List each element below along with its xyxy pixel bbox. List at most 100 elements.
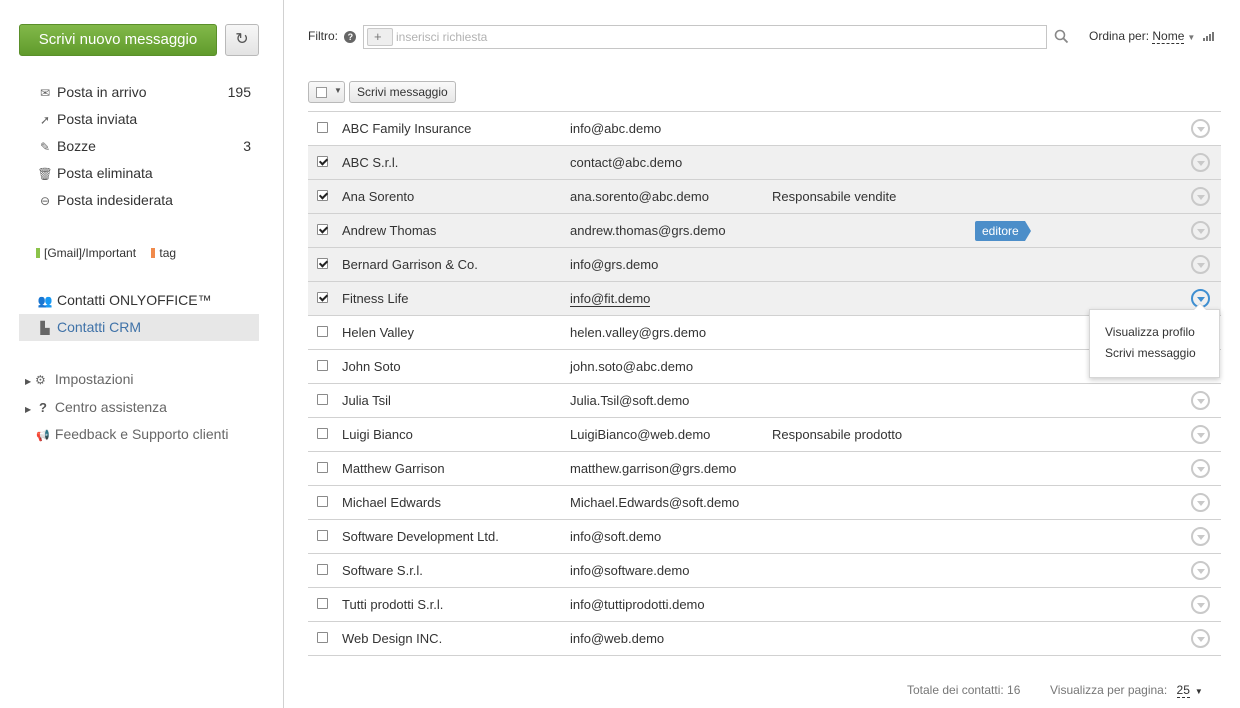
- write-message-menu-item[interactable]: Scrivi messaggio: [1105, 343, 1219, 364]
- row-checkbox[interactable]: [317, 564, 328, 575]
- row-checkbox[interactable]: [317, 360, 328, 371]
- contact-email[interactable]: info@tuttiprodotti.demo: [570, 588, 772, 622]
- table-row[interactable]: ABC S.r.l. contact@abc.demo: [308, 145, 1221, 180]
- filter-input[interactable]: [396, 28, 1036, 46]
- contact-email[interactable]: matthew.garrison@grs.demo: [570, 452, 772, 486]
- select-all-checkbox[interactable]: [316, 87, 327, 98]
- contact-email[interactable]: contact@abc.demo: [570, 146, 772, 180]
- nav-feedback[interactable]: 📢 Feedback e Supporto clienti: [25, 424, 228, 444]
- contact-name[interactable]: Julia Tsil: [342, 384, 570, 418]
- select-all-dropdown[interactable]: ▼: [308, 81, 345, 103]
- row-menu-icon[interactable]: [1191, 459, 1210, 478]
- row-checkbox[interactable]: [317, 598, 328, 609]
- nav-help-center[interactable]: ▶? Centro assistenza: [25, 397, 167, 417]
- chevron-down-icon[interactable]: ▼: [1195, 687, 1203, 696]
- table-row[interactable]: Web Design INC. info@web.demo: [308, 621, 1221, 656]
- contact-email[interactable]: Julia.Tsil@soft.demo: [570, 384, 772, 418]
- contact-name[interactable]: ABC S.r.l.: [342, 146, 570, 180]
- table-row[interactable]: Luigi Bianco LuigiBianco@web.demo Responsa…: [308, 417, 1221, 452]
- row-checkbox[interactable]: [317, 156, 328, 167]
- row-menu-icon[interactable]: [1191, 119, 1210, 138]
- per-page-select[interactable]: 25: [1176, 683, 1190, 698]
- table-row[interactable]: Ana Sorento ana.sorento@abc.demo Responsab…: [308, 179, 1221, 214]
- row-checkbox[interactable]: [317, 428, 328, 439]
- contact-name[interactable]: Michael Edwards: [342, 486, 570, 520]
- tag-item[interactable]: [Gmail]/Important: [36, 246, 136, 260]
- contact-name[interactable]: Software Development Ltd.: [342, 520, 570, 554]
- expand-arrow-icon[interactable]: ▶: [25, 372, 35, 392]
- table-row[interactable]: Andrew Thomas andrew.thomas@grs.demo edito…: [308, 213, 1221, 248]
- sort-field-select[interactable]: Nome: [1152, 29, 1185, 44]
- contact-email[interactable]: info@soft.demo: [570, 520, 772, 554]
- nav-settings[interactable]: ▶ ⚙ Impostazioni: [25, 369, 133, 389]
- table-row[interactable]: Julia Tsil Julia.Tsil@soft.demo: [308, 383, 1221, 418]
- folder-trash[interactable]: 🗑 Posta eliminata: [37, 163, 259, 183]
- row-menu-icon[interactable]: [1191, 221, 1210, 240]
- contact-name[interactable]: Fitness Life: [342, 282, 570, 316]
- row-checkbox[interactable]: [317, 530, 328, 541]
- contact-email[interactable]: andrew.thomas@grs.demo: [570, 214, 772, 248]
- contact-email[interactable]: helen.valley@grs.demo: [570, 316, 772, 350]
- compose-button[interactable]: Scrivi nuovo messaggio: [19, 24, 217, 56]
- row-checkbox[interactable]: [317, 258, 328, 269]
- table-row[interactable]: Fitness Life info@fit.demo: [308, 281, 1221, 316]
- chevron-down-icon[interactable]: ▼: [334, 86, 342, 95]
- contact-name[interactable]: Tutti prodotti S.r.l.: [342, 588, 570, 622]
- sort-direction-icon[interactable]: [1202, 32, 1214, 41]
- contacts-crm[interactable]: ▙ Contatti CRM: [37, 317, 259, 337]
- contact-name[interactable]: Matthew Garrison: [342, 452, 570, 486]
- row-menu-icon[interactable]: [1191, 527, 1210, 546]
- expand-arrow-icon[interactable]: ▶: [25, 400, 35, 420]
- table-row[interactable]: Helen Valley helen.valley@grs.demo: [308, 315, 1221, 350]
- row-checkbox[interactable]: [317, 632, 328, 643]
- table-row[interactable]: Michael Edwards Michael.Edwards@soft.demo: [308, 485, 1221, 520]
- folder-drafts[interactable]: ✎ Bozze 3: [37, 136, 259, 156]
- contact-name[interactable]: Bernard Garrison & Co.: [342, 248, 570, 282]
- row-checkbox[interactable]: [317, 190, 328, 201]
- table-row[interactable]: Matthew Garrison matthew.garrison@grs.dem…: [308, 451, 1221, 486]
- contact-name[interactable]: Luigi Bianco: [342, 418, 570, 452]
- contact-name[interactable]: Software S.r.l.: [342, 554, 570, 588]
- contact-name[interactable]: John Soto: [342, 350, 570, 384]
- contact-email[interactable]: john.soto@abc.demo: [570, 350, 772, 384]
- table-row[interactable]: Software S.r.l. info@software.demo: [308, 553, 1221, 588]
- contact-email[interactable]: info@abc.demo: [570, 112, 772, 146]
- row-menu-icon[interactable]: [1191, 561, 1210, 580]
- help-icon[interactable]: ?: [344, 31, 357, 43]
- table-row[interactable]: ABC Family Insurance info@abc.demo: [308, 111, 1221, 146]
- row-menu-icon[interactable]: [1191, 255, 1210, 274]
- contact-name[interactable]: Web Design INC.: [342, 622, 570, 656]
- row-checkbox[interactable]: [317, 122, 328, 133]
- row-checkbox[interactable]: [317, 326, 328, 337]
- tag-item[interactable]: tag: [151, 246, 176, 260]
- row-menu-icon[interactable]: [1191, 153, 1210, 172]
- contact-email[interactable]: info@fit.demo: [570, 282, 772, 316]
- row-checkbox[interactable]: [317, 292, 328, 303]
- row-menu-icon[interactable]: [1191, 493, 1210, 512]
- contact-email[interactable]: info@software.demo: [570, 554, 772, 588]
- table-row[interactable]: Bernard Garrison & Co. info@grs.demo: [308, 247, 1221, 282]
- folder-sent[interactable]: ➚ Posta inviata: [37, 109, 259, 129]
- contact-name[interactable]: Andrew Thomas: [342, 214, 570, 248]
- row-checkbox[interactable]: [317, 496, 328, 507]
- table-row[interactable]: Software Development Ltd. info@soft.demo: [308, 519, 1221, 554]
- table-row[interactable]: Tutti prodotti S.r.l. info@tuttiprodotti.…: [308, 587, 1221, 622]
- row-menu-icon[interactable]: [1191, 187, 1210, 206]
- folder-spam[interactable]: ⊖ Posta indesiderata: [37, 190, 259, 210]
- row-menu-icon[interactable]: [1191, 595, 1210, 614]
- row-checkbox[interactable]: [317, 462, 328, 473]
- tag-badge[interactable]: editore: [975, 220, 1031, 241]
- contact-email[interactable]: Michael.Edwards@soft.demo: [570, 486, 772, 520]
- contact-name[interactable]: Ana Sorento: [342, 180, 570, 214]
- contact-email[interactable]: ana.sorento@abc.demo: [570, 180, 772, 214]
- table-row[interactable]: John Soto john.soto@abc.demo: [308, 349, 1221, 384]
- view-profile-menu-item[interactable]: Visualizza profilo: [1105, 322, 1219, 343]
- row-menu-icon[interactable]: [1191, 391, 1210, 410]
- chevron-down-icon[interactable]: ▼: [1187, 33, 1195, 42]
- contact-name[interactable]: Helen Valley: [342, 316, 570, 350]
- row-menu-icon[interactable]: [1191, 629, 1210, 648]
- contacts-onlyoffice[interactable]: 👥 Contatti ONLYOFFICE™: [37, 290, 259, 310]
- refresh-button[interactable]: ↻: [225, 24, 259, 56]
- row-checkbox[interactable]: [317, 224, 328, 235]
- contact-name[interactable]: ABC Family Insurance: [342, 112, 570, 146]
